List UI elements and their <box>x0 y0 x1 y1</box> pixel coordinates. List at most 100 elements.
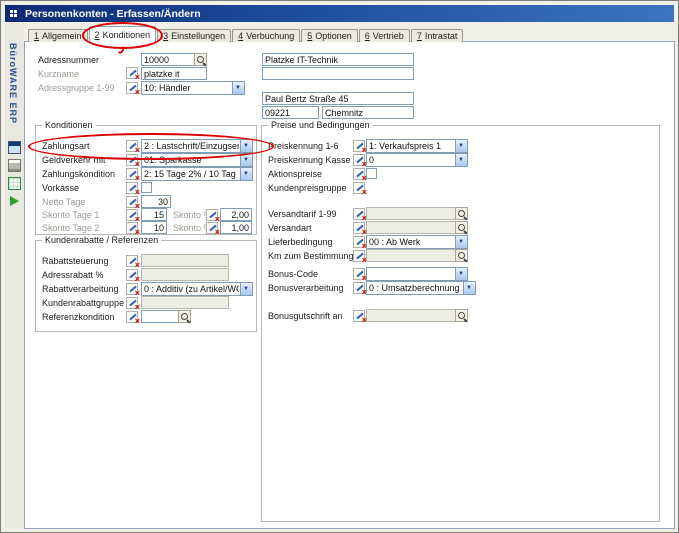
chevron-down-icon[interactable] <box>240 168 252 180</box>
lookup-icon[interactable] <box>455 207 468 220</box>
kurzname-input[interactable] <box>141 67 207 80</box>
zahlungskondition-combo[interactable]: 2: 15 Tage 2% / 10 Tag <box>141 167 253 181</box>
edit-icon[interactable] <box>126 222 138 234</box>
chevron-down-icon[interactable] <box>240 154 252 166</box>
tab-optionen[interactable]: 5Optionen <box>301 29 358 42</box>
tab-label: Konditionen <box>103 30 151 40</box>
edit-icon[interactable] <box>353 154 365 166</box>
edit-icon[interactable] <box>126 82 138 94</box>
plz-input[interactable] <box>262 106 319 119</box>
edit-icon[interactable] <box>126 196 138 208</box>
edit-icon[interactable] <box>126 255 138 267</box>
zahlungsart-label: Zahlungsart <box>42 141 90 151</box>
tab-verbuchung[interactable]: 4Verbuchung <box>232 29 300 42</box>
tab-accesskey: 5 <box>307 31 312 41</box>
edit-icon[interactable] <box>353 140 365 152</box>
zahlungsart-combo[interactable]: 2 : Lastschrift/Einzugserm <box>141 139 253 153</box>
edit-icon[interactable] <box>206 209 218 221</box>
preiskennung-combo[interactable]: 1: Verkaufspreis 1 <box>366 139 468 153</box>
skonto-tage2-input[interactable] <box>141 221 167 234</box>
skonto-tage2-label: Skonto Tage 2 <box>42 223 99 233</box>
konditionen-group-title: Konditionen <box>42 120 96 130</box>
geldverkehr-label: Geldverkehr mit <box>42 155 106 165</box>
edit-icon[interactable] <box>126 311 138 323</box>
edit-icon[interactable] <box>353 236 365 248</box>
aktionspreise-checkbox[interactable] <box>366 168 377 179</box>
skonto-prozent1-input[interactable] <box>220 208 252 221</box>
lookup-icon[interactable] <box>178 310 191 323</box>
edit-icon[interactable] <box>353 208 365 220</box>
versandtarif-input[interactable] <box>366 207 468 220</box>
lieferbedingung-value: 00 : Ab Werk <box>369 237 454 247</box>
chevron-down-icon[interactable] <box>463 282 475 294</box>
chevron-down-icon[interactable] <box>240 283 252 295</box>
edit-icon[interactable] <box>353 268 365 280</box>
edit-icon[interactable] <box>353 182 365 194</box>
kundenrabattgruppe-input[interactable] <box>141 296 229 309</box>
edit-icon[interactable] <box>353 282 365 294</box>
firma-input[interactable] <box>262 53 414 66</box>
preiskennung-kasse-combo[interactable]: 0 <box>366 153 468 167</box>
chevron-down-icon[interactable] <box>455 140 467 152</box>
lookup-icon[interactable] <box>455 309 468 322</box>
chevron-down-icon[interactable] <box>455 154 467 166</box>
rabattverarbeitung-label: Rabattverarbeitung <box>42 284 119 294</box>
edit-icon[interactable] <box>126 168 138 180</box>
titlebar[interactable]: Personenkonten - Erfassen/Ändern <box>5 5 674 22</box>
bonusgutschrift-input[interactable] <box>366 309 468 322</box>
edit-icon[interactable] <box>126 182 138 194</box>
edit-icon[interactable] <box>206 222 218 234</box>
edit-icon[interactable] <box>126 269 138 281</box>
vorkasse-checkbox[interactable] <box>141 182 152 193</box>
netto-tage-label: Netto Tage <box>42 197 85 207</box>
chevron-down-icon[interactable] <box>455 268 467 280</box>
edit-icon[interactable] <box>126 283 138 295</box>
edit-icon[interactable] <box>353 168 365 180</box>
bonusverarbeitung-combo[interactable]: 0 : Umsatzberechnung Adr <box>366 281 476 295</box>
lookup-icon[interactable] <box>194 53 207 66</box>
printer-icon[interactable] <box>8 159 21 172</box>
rabattsteuerung-input[interactable] <box>141 254 229 267</box>
tab-einstellungen[interactable]: 3Einstellungen <box>157 29 231 42</box>
export-arrow-icon[interactable] <box>10 196 19 206</box>
namenszusatz-input[interactable] <box>262 67 414 80</box>
edit-icon[interactable] <box>126 154 138 166</box>
tab-konditionen[interactable]: 2Konditionen <box>89 26 157 42</box>
brand-text: BüroWARE ERP <box>8 43 18 124</box>
edit-icon[interactable] <box>353 310 365 322</box>
tab-label: Intrastat <box>425 31 458 41</box>
netto-tage-input[interactable] <box>141 195 171 208</box>
edit-icon[interactable] <box>126 297 138 309</box>
edit-icon[interactable] <box>126 140 138 152</box>
chevron-down-icon[interactable] <box>240 140 252 152</box>
spreadsheet-icon[interactable] <box>8 177 21 190</box>
edit-icon[interactable] <box>126 67 138 79</box>
chevron-down-icon[interactable] <box>455 236 467 248</box>
tab-accesskey: 3 <box>163 31 168 41</box>
edit-icon[interactable] <box>353 250 365 262</box>
chevron-down-icon[interactable] <box>232 82 244 94</box>
ort-input[interactable] <box>322 106 414 119</box>
km-input[interactable] <box>366 249 468 262</box>
lookup-icon[interactable] <box>455 249 468 262</box>
lookup-icon[interactable] <box>455 221 468 234</box>
edit-icon[interactable] <box>353 222 365 234</box>
lieferbedingung-combo[interactable]: 00 : Ab Werk <box>366 235 468 249</box>
skonto-tage1-input[interactable] <box>141 208 167 221</box>
skonto-prozent2-input[interactable] <box>220 221 252 234</box>
adressgruppe-combo[interactable]: 10: Händler <box>141 81 245 95</box>
rabattverarbeitung-combo[interactable]: 0 : Additiv (zu Artikel/WGR <box>141 282 253 296</box>
preiskennung-label: Preiskennung 1-6 <box>268 141 339 151</box>
adressrabatt-input[interactable] <box>141 268 229 281</box>
tab-intrastat[interactable]: 7Intrastat <box>411 29 464 42</box>
app-window: Personenkonten - Erfassen/Ändern BüroWAR… <box>0 0 679 533</box>
edit-icon[interactable] <box>126 209 138 221</box>
form-icon[interactable] <box>8 141 21 154</box>
tab-vertrieb[interactable]: 6Vertrieb <box>359 29 410 42</box>
geldverkehr-combo[interactable]: 01: Sparkasse <box>141 153 253 167</box>
adressgruppe-value: 10: Händler <box>144 83 231 93</box>
tab-allgemein[interactable]: 1Allgemein <box>28 29 88 42</box>
strasse-input[interactable] <box>262 92 414 105</box>
bonus-code-combo[interactable] <box>366 267 468 281</box>
versandart-input[interactable] <box>366 221 468 234</box>
